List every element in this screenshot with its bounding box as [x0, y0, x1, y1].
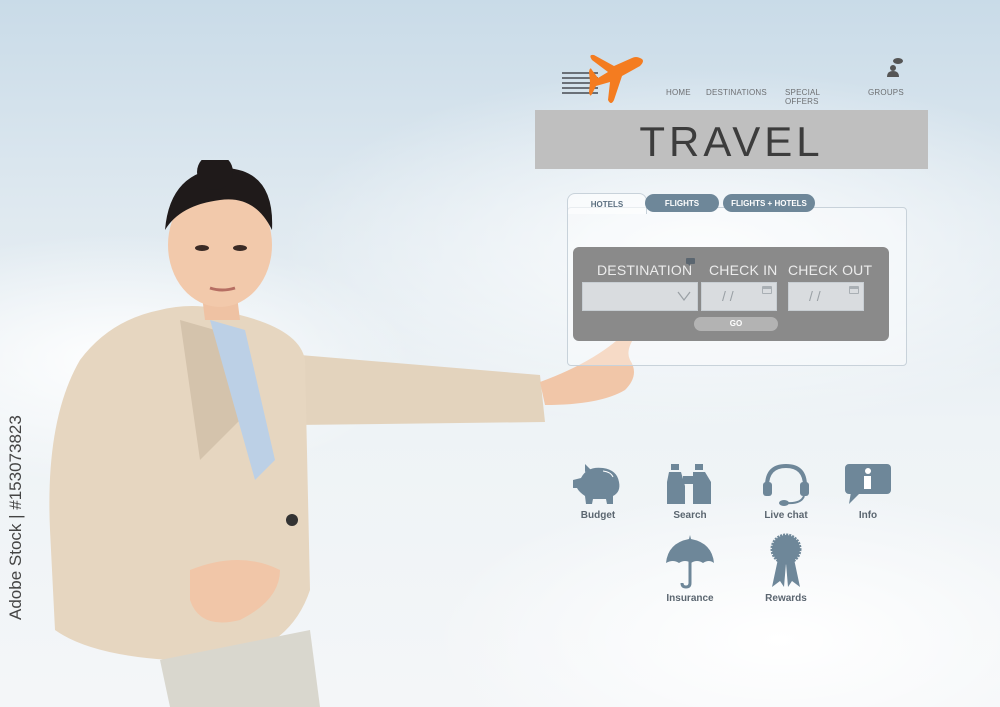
headset-icon	[763, 463, 809, 506]
feature-rewards[interactable]: Rewards	[746, 533, 826, 604]
calendar-icon[interactable]	[849, 286, 859, 294]
feature-label: Insurance	[666, 593, 714, 604]
destination-select[interactable]	[582, 282, 698, 311]
checkout-date-field[interactable]: / /	[788, 282, 864, 311]
feature-label: Budget	[580, 510, 616, 521]
calendar-icon[interactable]	[762, 286, 772, 294]
travel-banner: TRAVEL	[535, 110, 928, 169]
nav-home[interactable]: HOME	[666, 88, 691, 97]
chevron-down-icon	[677, 291, 691, 301]
feature-label: Info	[858, 510, 878, 521]
airplane-logo-icon[interactable]	[562, 52, 646, 106]
stock-id-label: Adobe Stock | #153073823	[6, 415, 25, 620]
feature-insurance[interactable]: Insurance	[650, 533, 730, 604]
search-form: DESTINATION CHECK IN CHECK OUT / / / / G…	[573, 247, 889, 341]
go-button[interactable]: GO	[694, 317, 778, 331]
checkout-label: CHECK OUT	[788, 262, 873, 278]
piggy-bank-icon	[573, 464, 620, 504]
feature-label: Search	[673, 510, 707, 521]
feature-label: Live chat	[764, 510, 808, 521]
feature-label: Rewards	[765, 593, 807, 604]
binoculars-icon	[667, 464, 711, 504]
user-chat-icon[interactable]	[886, 57, 904, 77]
date-placeholder: / /	[722, 288, 734, 304]
feature-search[interactable]: Search	[650, 462, 730, 521]
destination-label: DESTINATION	[597, 262, 693, 278]
checkin-label: CHECK IN	[709, 262, 778, 278]
tab-flights[interactable]: FLIGHTS	[645, 194, 719, 212]
umbrella-icon	[666, 535, 714, 589]
page-title: TRAVEL	[639, 118, 824, 165]
nav-destinations[interactable]: DESTINATIONS	[706, 88, 767, 97]
nav-groups[interactable]: GROUPS	[868, 88, 904, 97]
ribbon-icon	[770, 533, 802, 587]
date-placeholder: / /	[809, 288, 821, 304]
checkin-date-field[interactable]: / /	[701, 282, 777, 311]
tab-flights-hotels[interactable]: FLIGHTS + HOTELS	[723, 194, 815, 212]
info-bubble-icon	[845, 464, 891, 504]
feature-live-chat[interactable]: Live chat	[746, 462, 826, 521]
nav-special-offers[interactable]: SPECIAL OFFERS	[785, 88, 820, 106]
tooltip-icon	[686, 258, 695, 266]
feature-budget[interactable]: Budget	[558, 462, 638, 521]
tab-hotels[interactable]: HOTELS	[567, 193, 647, 214]
feature-info[interactable]: Info	[828, 462, 908, 521]
